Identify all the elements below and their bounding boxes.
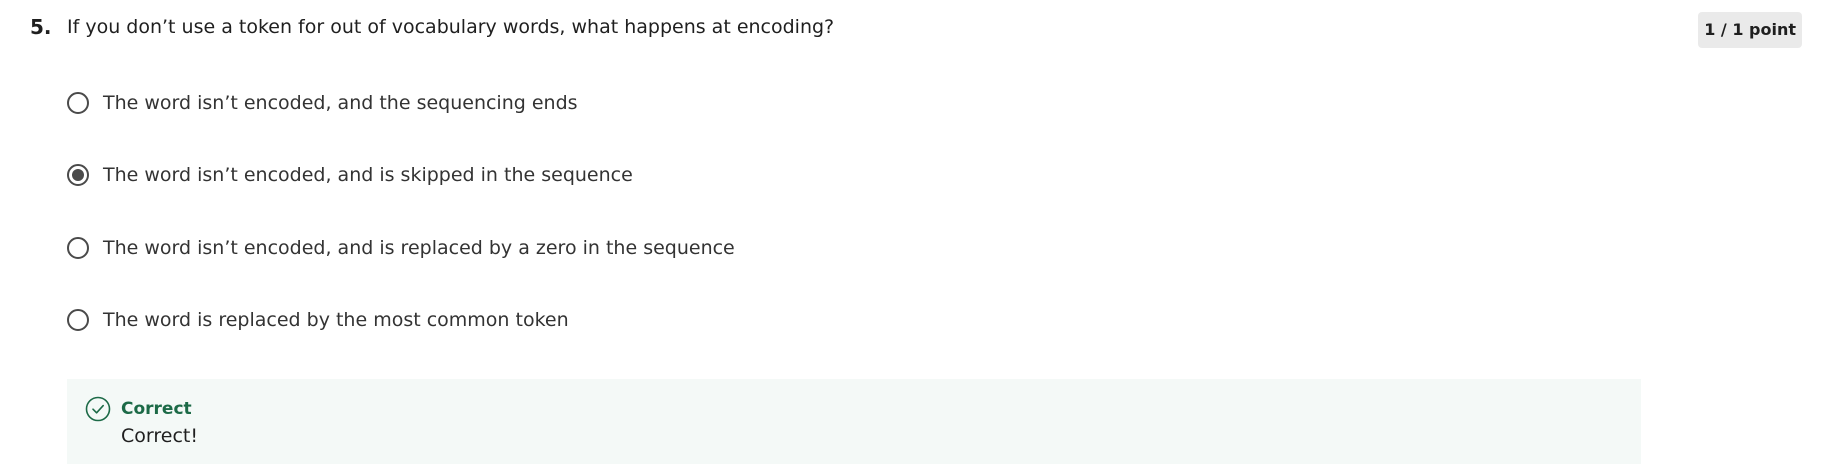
answer-option-4[interactable]: The word is replaced by the most common … xyxy=(67,307,569,333)
feedback-panel: Correct Correct! xyxy=(67,379,1641,464)
answer-option-1[interactable]: The word isn’t encoded, and the sequenci… xyxy=(67,90,578,116)
radio-button[interactable] xyxy=(67,92,89,114)
answer-option-label: The word is replaced by the most common … xyxy=(103,309,569,331)
answer-option-label: The word isn’t encoded, and the sequenci… xyxy=(103,92,578,114)
question-number: 5. xyxy=(30,15,52,39)
points-badge: 1 / 1 point xyxy=(1698,12,1802,48)
answer-option-2[interactable]: The word isn’t encoded, and is skipped i… xyxy=(67,162,633,188)
radio-button[interactable] xyxy=(67,237,89,259)
answer-option-label: The word isn’t encoded, and is replaced … xyxy=(103,237,735,259)
feedback-message: Correct! xyxy=(121,425,198,447)
radio-button[interactable] xyxy=(67,309,89,331)
radio-button[interactable] xyxy=(67,164,89,186)
answer-option-label: The word isn’t encoded, and is skipped i… xyxy=(103,164,633,186)
question-text: If you don’t use a token for out of voca… xyxy=(67,16,835,38)
feedback-title: Correct xyxy=(121,399,192,419)
check-circle-icon xyxy=(85,396,111,422)
answer-option-3[interactable]: The word isn’t encoded, and is replaced … xyxy=(67,235,735,261)
